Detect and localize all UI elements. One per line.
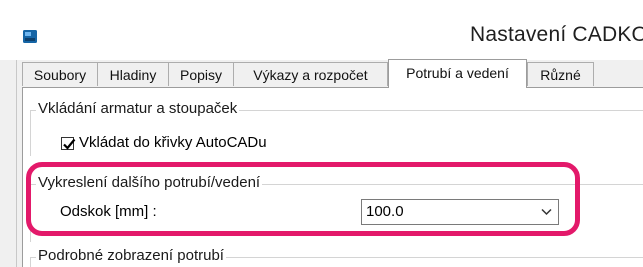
- insert-into-curve-label[interactable]: Vkládat do křivky AutoCADu: [79, 134, 267, 151]
- tab-popisy[interactable]: Popisy: [168, 62, 234, 86]
- offset-label: Odskok [mm] :: [60, 203, 157, 220]
- chevron-down-icon[interactable]: [541, 208, 552, 216]
- group-border-drawing-left: [30, 184, 31, 242]
- title-bar: Nastavení CADKO: [0, 0, 643, 60]
- tab-soubory[interactable]: Soubory: [22, 62, 98, 86]
- offset-combobox[interactable]: 100.0: [361, 199, 559, 225]
- tab-hladiny[interactable]: Hladiny: [97, 62, 169, 86]
- insert-into-curve-checkbox[interactable]: [61, 137, 76, 150]
- offset-value: 100.0: [366, 203, 404, 220]
- group-title-detail: Podrobné zobrazení potrubí: [36, 247, 226, 264]
- group-title-drawing: Vykreslení dalšího potrubí/vedení: [36, 174, 263, 191]
- group-border-fittings-left: [30, 110, 31, 156]
- window-title: Nastavení CADKO: [470, 23, 643, 46]
- tab-ruzne[interactable]: Různé: [527, 62, 594, 86]
- app-window-icon: [23, 30, 37, 43]
- group-title-fittings: Vkládání armatur a stoupaček: [36, 100, 240, 117]
- tab-vykazy-a-rozpocet[interactable]: Výkazy a rozpočet: [233, 62, 388, 86]
- tab-potrubi-a-vedeni[interactable]: Potrubí a vedení: [388, 59, 527, 88]
- group-border-detail-left: [30, 257, 31, 267]
- check-mark-icon: [63, 138, 76, 150]
